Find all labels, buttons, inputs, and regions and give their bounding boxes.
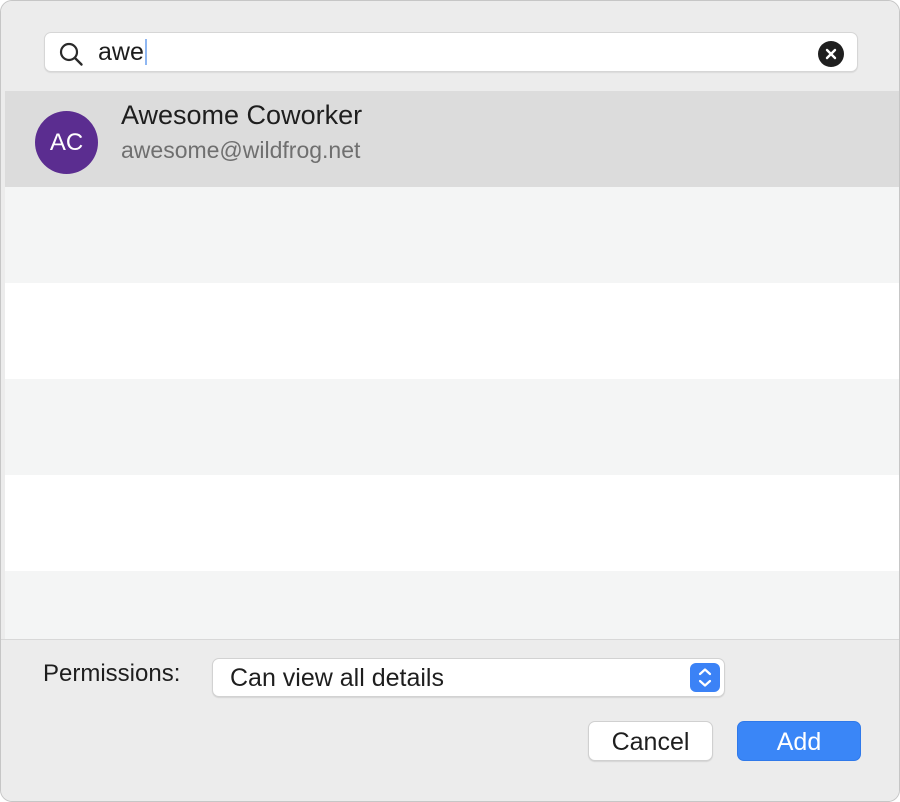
clear-icon[interactable] [818,41,844,67]
permissions-value: Can view all details [230,664,444,692]
search-field[interactable]: awe [44,32,858,72]
empty-row [5,283,899,379]
search-input[interactable]: awe [98,37,147,67]
search-area: awe [1,1,899,91]
chevron-up-down-icon [690,663,720,692]
results-list[interactable]: AC Awesome Coworker awesome@wildfrog.net [5,91,899,639]
empty-row [5,571,899,639]
text-caret [144,39,147,65]
add-button[interactable]: Add [737,721,861,761]
cancel-button[interactable]: Cancel [588,721,713,761]
search-icon [59,42,83,66]
permissions-label: Permissions: [43,660,181,687]
permissions-select[interactable]: Can view all details [212,658,725,697]
chevron-glyph [698,668,712,687]
search-input-text: awe [98,38,144,66]
contact-name: Awesome Coworker [121,100,363,130]
empty-row [5,475,899,571]
avatar: AC [35,111,98,174]
empty-row [5,379,899,475]
footer: Permissions: Can view all details Cancel… [1,640,899,801]
clear-x-glyph [825,48,837,60]
add-person-dialog: awe AC Awesome Coworker awesome@wildfrog… [0,0,900,802]
list-item[interactable]: AC Awesome Coworker awesome@wildfrog.net [5,91,899,187]
empty-row [5,187,899,283]
contact-email: awesome@wildfrog.net [121,137,361,163]
